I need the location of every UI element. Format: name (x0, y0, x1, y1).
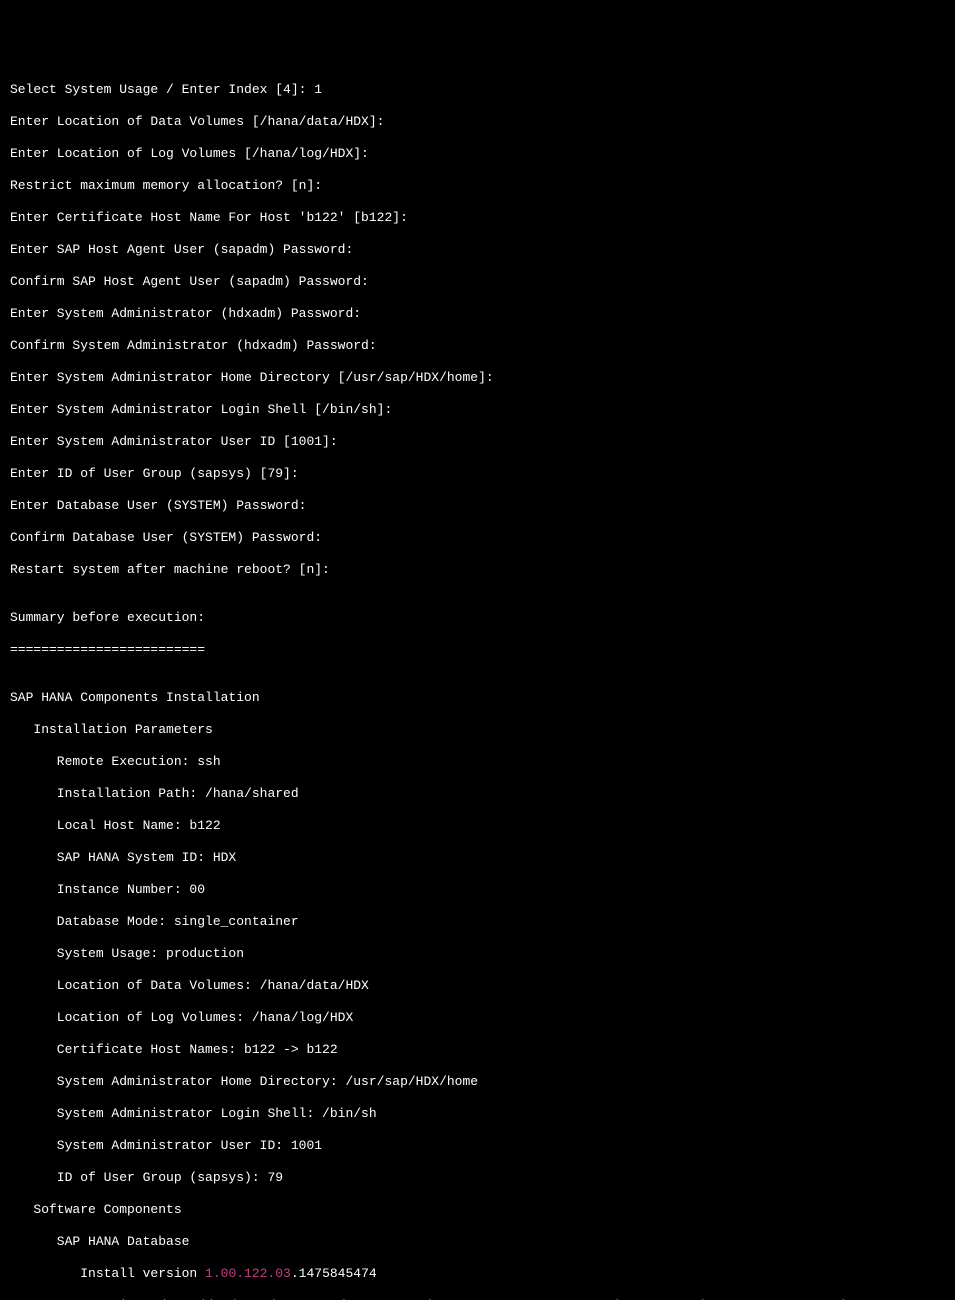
install-param: System Administrator Home Directory: /us… (10, 1074, 955, 1090)
prompt-line: Enter Location of Log Volumes [/hana/log… (10, 146, 955, 162)
install-param: SAP HANA System ID: HDX (10, 850, 955, 866)
prompt-line: Select System Usage / Enter Index [4]: 1 (10, 82, 955, 98)
prompt-line: Enter System Administrator User ID [1001… (10, 434, 955, 450)
install-version-line: Install version 1.00.122.03.1475845474 (10, 1266, 955, 1282)
install-param: ID of User Group (sapsys): 79 (10, 1170, 955, 1186)
install-param: Local Host Name: b122 (10, 818, 955, 834)
prompt-line: Confirm SAP Host Agent User (sapadm) Pas… (10, 274, 955, 290)
install-version-highlight: 1.00.122.03 (205, 1266, 291, 1281)
summary-divider: ========================= (10, 642, 955, 658)
terminal-output: Select System Usage / Enter Index [4]: 1… (10, 66, 955, 1300)
prompt-line: Enter ID of User Group (sapsys) [79]: (10, 466, 955, 482)
install-version-prefix: Install version (10, 1266, 205, 1281)
software-header: Software Components (10, 1202, 955, 1218)
install-version-suffix: .1475845474 (291, 1266, 377, 1281)
install-param: System Usage: production (10, 946, 955, 962)
prompt-line: Confirm System Administrator (hdxadm) Pa… (10, 338, 955, 354)
install-title: SAP HANA Components Installation (10, 690, 955, 706)
prompt-line: Enter System Administrator Home Director… (10, 370, 955, 386)
prompt-line: Enter Location of Data Volumes [/hana/da… (10, 114, 955, 130)
prompt-line: Enter System Administrator (hdxadm) Pass… (10, 306, 955, 322)
install-param: Location of Log Volumes: /hana/log/HDX (10, 1010, 955, 1026)
install-param: Remote Execution: ssh (10, 754, 955, 770)
install-param: Certificate Host Names: b122 -> b122 (10, 1042, 955, 1058)
location-line: Location: /sapcd/B1/HANA/51050929/DATA_U… (10, 1298, 955, 1300)
sap-db-header: SAP HANA Database (10, 1234, 955, 1250)
install-param: System Administrator User ID: 1001 (10, 1138, 955, 1154)
prompt-line: Enter System Administrator Login Shell [… (10, 402, 955, 418)
install-param: Database Mode: single_container (10, 914, 955, 930)
prompt-line: Restart system after machine reboot? [n]… (10, 562, 955, 578)
install-param: System Administrator Login Shell: /bin/s… (10, 1106, 955, 1122)
prompt-line: Enter SAP Host Agent User (sapadm) Passw… (10, 242, 955, 258)
install-param: Location of Data Volumes: /hana/data/HDX (10, 978, 955, 994)
install-param: Installation Path: /hana/shared (10, 786, 955, 802)
install-params-header: Installation Parameters (10, 722, 955, 738)
prompt-line: Enter Database User (SYSTEM) Password: (10, 498, 955, 514)
prompt-line: Confirm Database User (SYSTEM) Password: (10, 530, 955, 546)
summary-header: Summary before execution: (10, 610, 955, 626)
prompt-line: Restrict maximum memory allocation? [n]: (10, 178, 955, 194)
install-param: Instance Number: 00 (10, 882, 955, 898)
prompt-line: Enter Certificate Host Name For Host 'b1… (10, 210, 955, 226)
